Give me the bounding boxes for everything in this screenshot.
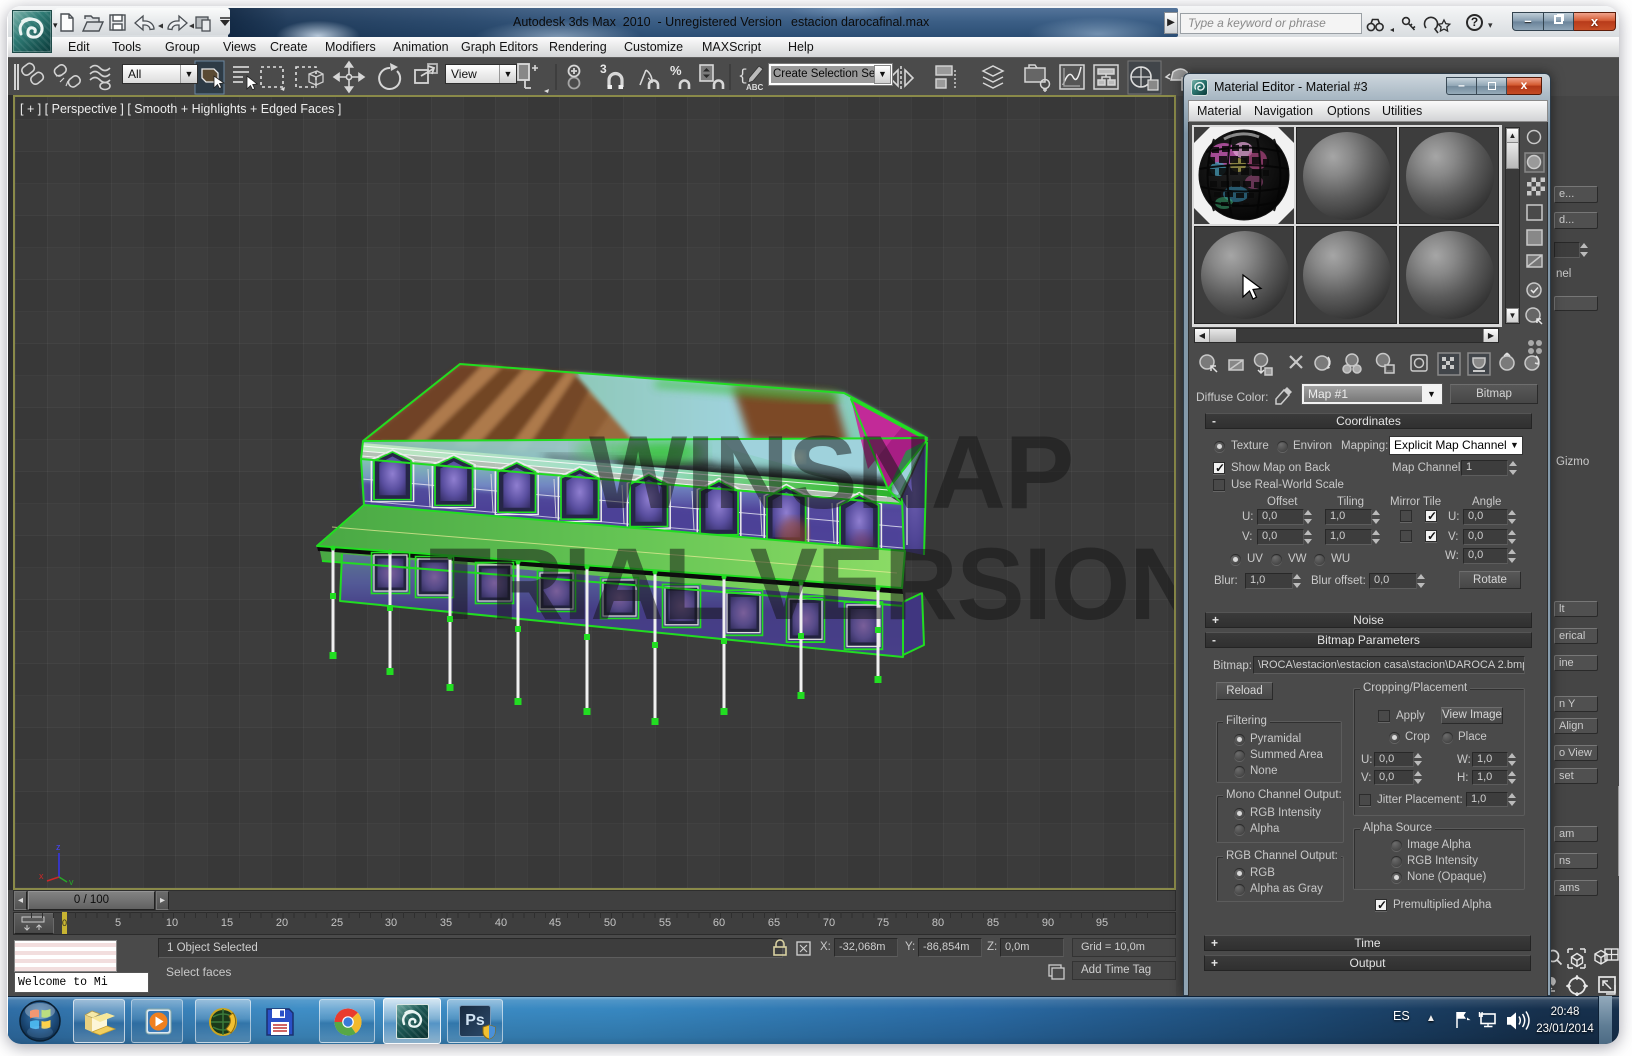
svg-text:ABC: ABC: [746, 83, 764, 92]
svg-text:x: x: [39, 871, 44, 881]
svg-text:y: y: [69, 877, 74, 885]
svg-text:z: z: [56, 842, 61, 852]
svg-text:%: %: [670, 63, 682, 78]
svg-text:3: 3: [600, 62, 607, 76]
